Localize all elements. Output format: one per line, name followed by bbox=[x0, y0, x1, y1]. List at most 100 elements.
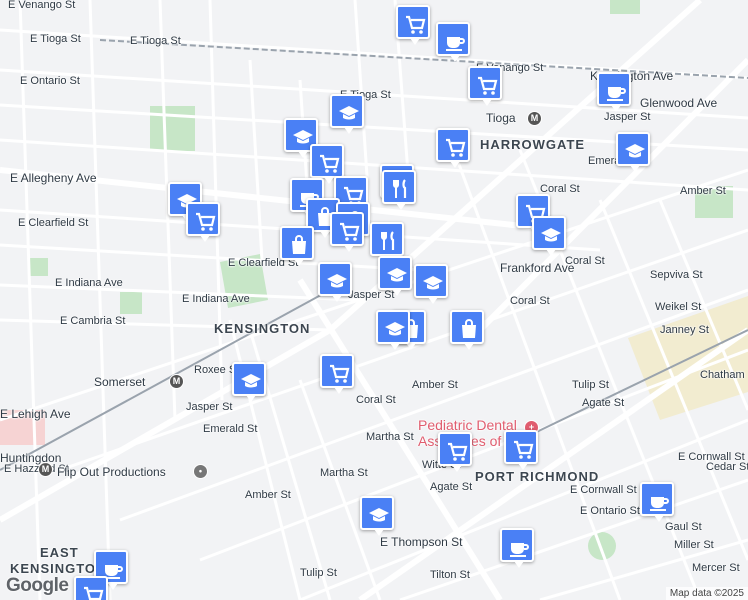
street-label: Amber St bbox=[245, 489, 291, 501]
street-label: Jasper St bbox=[348, 289, 395, 301]
street-label: Agate St bbox=[430, 481, 473, 493]
street-label: Cedar St bbox=[706, 461, 748, 473]
cart-icon bbox=[196, 212, 216, 231]
street-label: Miller St bbox=[674, 539, 714, 551]
map-pin-cart[interactable] bbox=[504, 430, 538, 470]
map-pin-cap[interactable] bbox=[532, 216, 566, 256]
transit-station-icon[interactable]: M bbox=[169, 374, 184, 389]
cart-icon bbox=[406, 15, 426, 34]
map-pin-cart[interactable] bbox=[396, 5, 430, 45]
street-label: Gaul St bbox=[665, 521, 702, 533]
map-pin-cup[interactable] bbox=[640, 482, 674, 522]
cart-icon bbox=[84, 586, 104, 600]
map-pin-bag[interactable] bbox=[280, 226, 314, 266]
map-pin-cap[interactable] bbox=[616, 132, 650, 172]
street-label: E Thompson St bbox=[380, 535, 463, 549]
map-pin-cap[interactable] bbox=[318, 262, 352, 302]
map-pin-cart[interactable] bbox=[310, 144, 344, 184]
park bbox=[150, 106, 195, 151]
map-pin-cart[interactable] bbox=[436, 128, 470, 168]
map-pin-cart[interactable] bbox=[186, 202, 220, 242]
cap-icon bbox=[241, 374, 261, 388]
street-label: Martha St bbox=[366, 431, 414, 443]
place-marker-icon[interactable]: • bbox=[193, 464, 208, 479]
cap-icon bbox=[339, 106, 359, 120]
cap-icon bbox=[369, 508, 389, 522]
map-pin-cap[interactable] bbox=[330, 94, 364, 134]
street-label: Tulip St bbox=[572, 379, 609, 391]
cap-icon bbox=[385, 322, 405, 336]
park bbox=[30, 258, 48, 276]
street-label: E Cornwall St bbox=[570, 484, 637, 496]
place-label[interactable]: Flip Out Productions bbox=[57, 466, 166, 478]
street-label: E Cambria St bbox=[60, 315, 126, 327]
map-pin-cart[interactable] bbox=[438, 432, 472, 472]
map-pin-bag[interactable] bbox=[450, 310, 484, 350]
street-label: Weikel St bbox=[655, 301, 702, 313]
street-label: Glenwood Ave bbox=[640, 96, 718, 110]
street-label: Chatham bbox=[700, 369, 745, 381]
street-label: Tilton St bbox=[430, 569, 470, 581]
street-label: Coral St bbox=[510, 295, 550, 307]
map-view[interactable]: E Venango St E Tioga St E Ontario St E T… bbox=[0, 0, 748, 600]
cap-icon bbox=[327, 274, 347, 288]
street-label: Martha St bbox=[320, 467, 368, 479]
map-pin-fork[interactable] bbox=[370, 222, 404, 262]
neighborhood-label: HARROWGATE bbox=[480, 137, 586, 152]
fork-icon bbox=[381, 231, 395, 250]
map-pin-cart[interactable] bbox=[74, 576, 108, 600]
street-label: Emerald St bbox=[203, 423, 258, 435]
street-label: Amber St bbox=[412, 379, 458, 391]
map-pin-cup[interactable] bbox=[500, 528, 534, 568]
map-attribution[interactable]: Map data ©2025 bbox=[665, 587, 748, 600]
street-label: E Lehigh Ave bbox=[0, 407, 71, 421]
cart-icon bbox=[448, 442, 468, 461]
street-label: E Indiana Ave bbox=[55, 277, 123, 289]
cap-icon bbox=[541, 228, 561, 242]
street-label: Amber St bbox=[680, 185, 726, 197]
map-pin-cart[interactable] bbox=[330, 212, 364, 252]
map-pin-cap[interactable] bbox=[414, 264, 448, 304]
street-label: E Allegheny Ave bbox=[10, 171, 97, 185]
street-label: Tulip St bbox=[300, 567, 337, 579]
street-label: Janney St bbox=[660, 324, 709, 336]
cart-icon bbox=[330, 364, 350, 383]
street-label: E Indiana Ave bbox=[182, 293, 250, 305]
map-pin-fork[interactable] bbox=[382, 170, 416, 210]
street-label: Jasper St bbox=[186, 401, 233, 413]
map-pin-cap[interactable] bbox=[376, 310, 410, 350]
neighborhood-label: EAST bbox=[40, 545, 79, 560]
neighborhood-label: KENSINGTON bbox=[10, 561, 107, 576]
bag-icon bbox=[292, 235, 306, 254]
map-pin-cart[interactable] bbox=[320, 354, 354, 394]
transit-station-icon[interactable]: M bbox=[527, 111, 542, 126]
cup-icon bbox=[650, 497, 669, 511]
street-label: E Tioga St bbox=[30, 33, 81, 45]
station-label: Huntingdon bbox=[0, 451, 62, 465]
map-pin-cup[interactable] bbox=[597, 72, 631, 112]
map-pin-cart[interactable] bbox=[468, 66, 502, 106]
map-pin-cap[interactable] bbox=[378, 256, 412, 296]
street-label: E Venango St bbox=[8, 0, 76, 11]
bag-icon bbox=[462, 319, 476, 338]
street-label: Coral St bbox=[565, 255, 605, 267]
cup-icon bbox=[446, 37, 465, 51]
street-label: E Clearfield St bbox=[18, 217, 89, 229]
cap-icon bbox=[625, 144, 645, 158]
street-label: Coral St bbox=[356, 394, 396, 406]
park bbox=[610, 0, 640, 14]
neighborhood-label: KENSINGTON bbox=[214, 321, 311, 336]
cap-icon bbox=[387, 268, 407, 282]
cup-icon bbox=[607, 87, 626, 101]
street-label: Mercer St bbox=[692, 562, 740, 574]
street-label: Agate St bbox=[582, 397, 625, 409]
map-pin-cap[interactable] bbox=[360, 496, 394, 536]
park bbox=[120, 292, 142, 314]
station-label: Tioga bbox=[486, 111, 516, 125]
cart-icon bbox=[446, 138, 466, 157]
place-label[interactable]: Pediatric Dental bbox=[418, 418, 517, 432]
map-pin-cup[interactable] bbox=[436, 22, 470, 62]
cart-icon bbox=[514, 440, 534, 459]
map-pin-cap[interactable] bbox=[232, 362, 266, 402]
street-label: E Ontario St bbox=[580, 505, 640, 517]
